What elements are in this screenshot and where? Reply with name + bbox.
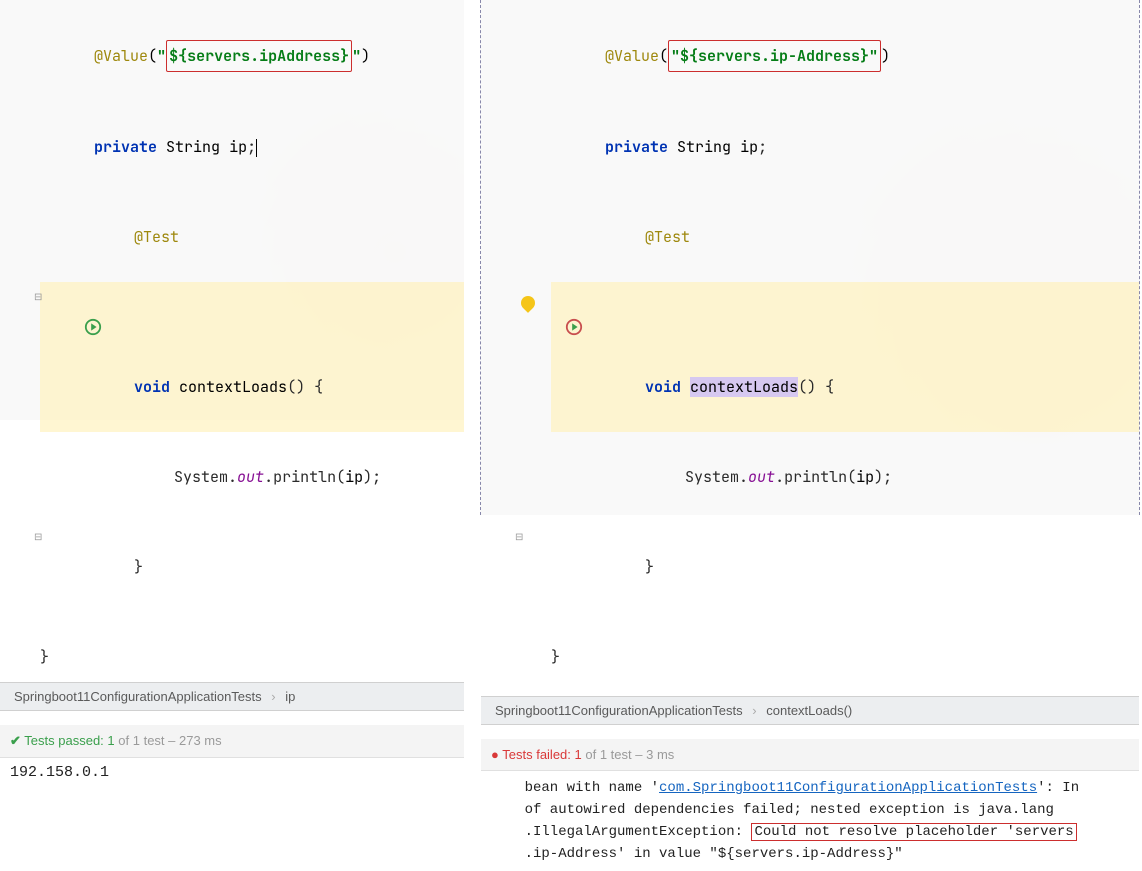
run-gutter-icon[interactable] bbox=[493, 286, 513, 306]
error-line: of autowired dependencies failed; nested… bbox=[491, 799, 1129, 821]
breadcrumb[interactable]: Springboot11ConfigurationApplicationTest… bbox=[0, 682, 464, 711]
error-class-link[interactable]: com.Springboot11ConfigurationApplication… bbox=[659, 780, 1037, 796]
error-line: bean with name 'com.Springboot11Configur… bbox=[491, 777, 1129, 799]
breadcrumb-class[interactable]: Springboot11ConfigurationApplicationTest… bbox=[495, 703, 743, 718]
breadcrumb[interactable]: Springboot11ConfigurationApplicationTest… bbox=[481, 696, 1139, 725]
breadcrumb-member[interactable]: ip bbox=[285, 689, 295, 704]
pass-icon: ✔ bbox=[10, 733, 21, 748]
tests-time: – 273 ms bbox=[168, 733, 221, 748]
tests-of-label: of 1 test bbox=[585, 747, 631, 762]
left-ide-pane: @Value("${servers.ipAddress}") private S… bbox=[0, 0, 464, 420]
test-result-bar: ✔ Tests passed: 1 of 1 test – 273 ms bbox=[0, 725, 464, 758]
annotation: @Value bbox=[605, 46, 659, 66]
left-code-editor[interactable]: @Value("${servers.ipAddress}") private S… bbox=[0, 0, 464, 682]
breadcrumb-class[interactable]: Springboot11ConfigurationApplicationTest… bbox=[14, 689, 262, 704]
tests-of-label: of 1 test bbox=[118, 733, 164, 748]
tests-failed-count: 1 bbox=[575, 747, 582, 762]
breadcrumb-sep: › bbox=[265, 689, 281, 704]
fold-icon[interactable]: ⊟ bbox=[515, 532, 523, 542]
fold-icon[interactable]: ⊟ bbox=[34, 532, 42, 542]
test-result-bar: ● Tests failed: 1 of 1 test – 3 ms bbox=[481, 739, 1139, 771]
run-gutter-icon[interactable] bbox=[12, 286, 32, 306]
right-ide-pane: @Value("${servers.ip-Address}") private … bbox=[480, 0, 1140, 515]
fail-icon: ● bbox=[491, 747, 499, 762]
tests-time: – 3 ms bbox=[635, 747, 674, 762]
tests-failed-label: Tests failed: bbox=[502, 747, 571, 762]
breadcrumb-sep: › bbox=[746, 703, 762, 718]
fold-icon[interactable]: ⊟ bbox=[34, 292, 42, 302]
intention-bulb-icon[interactable] bbox=[521, 290, 535, 320]
tests-passed-count: 1 bbox=[107, 733, 114, 748]
console-output[interactable]: 192.158.0.1 bbox=[0, 758, 464, 787]
right-code-editor[interactable]: @Value("${servers.ip-Address}") private … bbox=[481, 0, 1139, 682]
console-error-output[interactable]: bean with name 'com.Springboot11Configur… bbox=[481, 771, 1139, 871]
breadcrumb-member[interactable]: contextLoads() bbox=[766, 703, 852, 718]
error-line: .ip-Address' in value "${servers.ip-Addr… bbox=[491, 843, 1129, 865]
error-line: .IllegalArgumentException: Could not res… bbox=[491, 821, 1129, 843]
error-message-box: Could not resolve placeholder 'servers bbox=[751, 823, 1076, 841]
property-value-box: ${servers.ipAddress} bbox=[166, 40, 352, 72]
text-cursor bbox=[256, 139, 257, 157]
tests-passed-label: Tests passed: bbox=[24, 733, 104, 748]
annotation: @Value bbox=[94, 46, 148, 66]
property-value-box: "${servers.ip-Address}" bbox=[668, 40, 881, 72]
